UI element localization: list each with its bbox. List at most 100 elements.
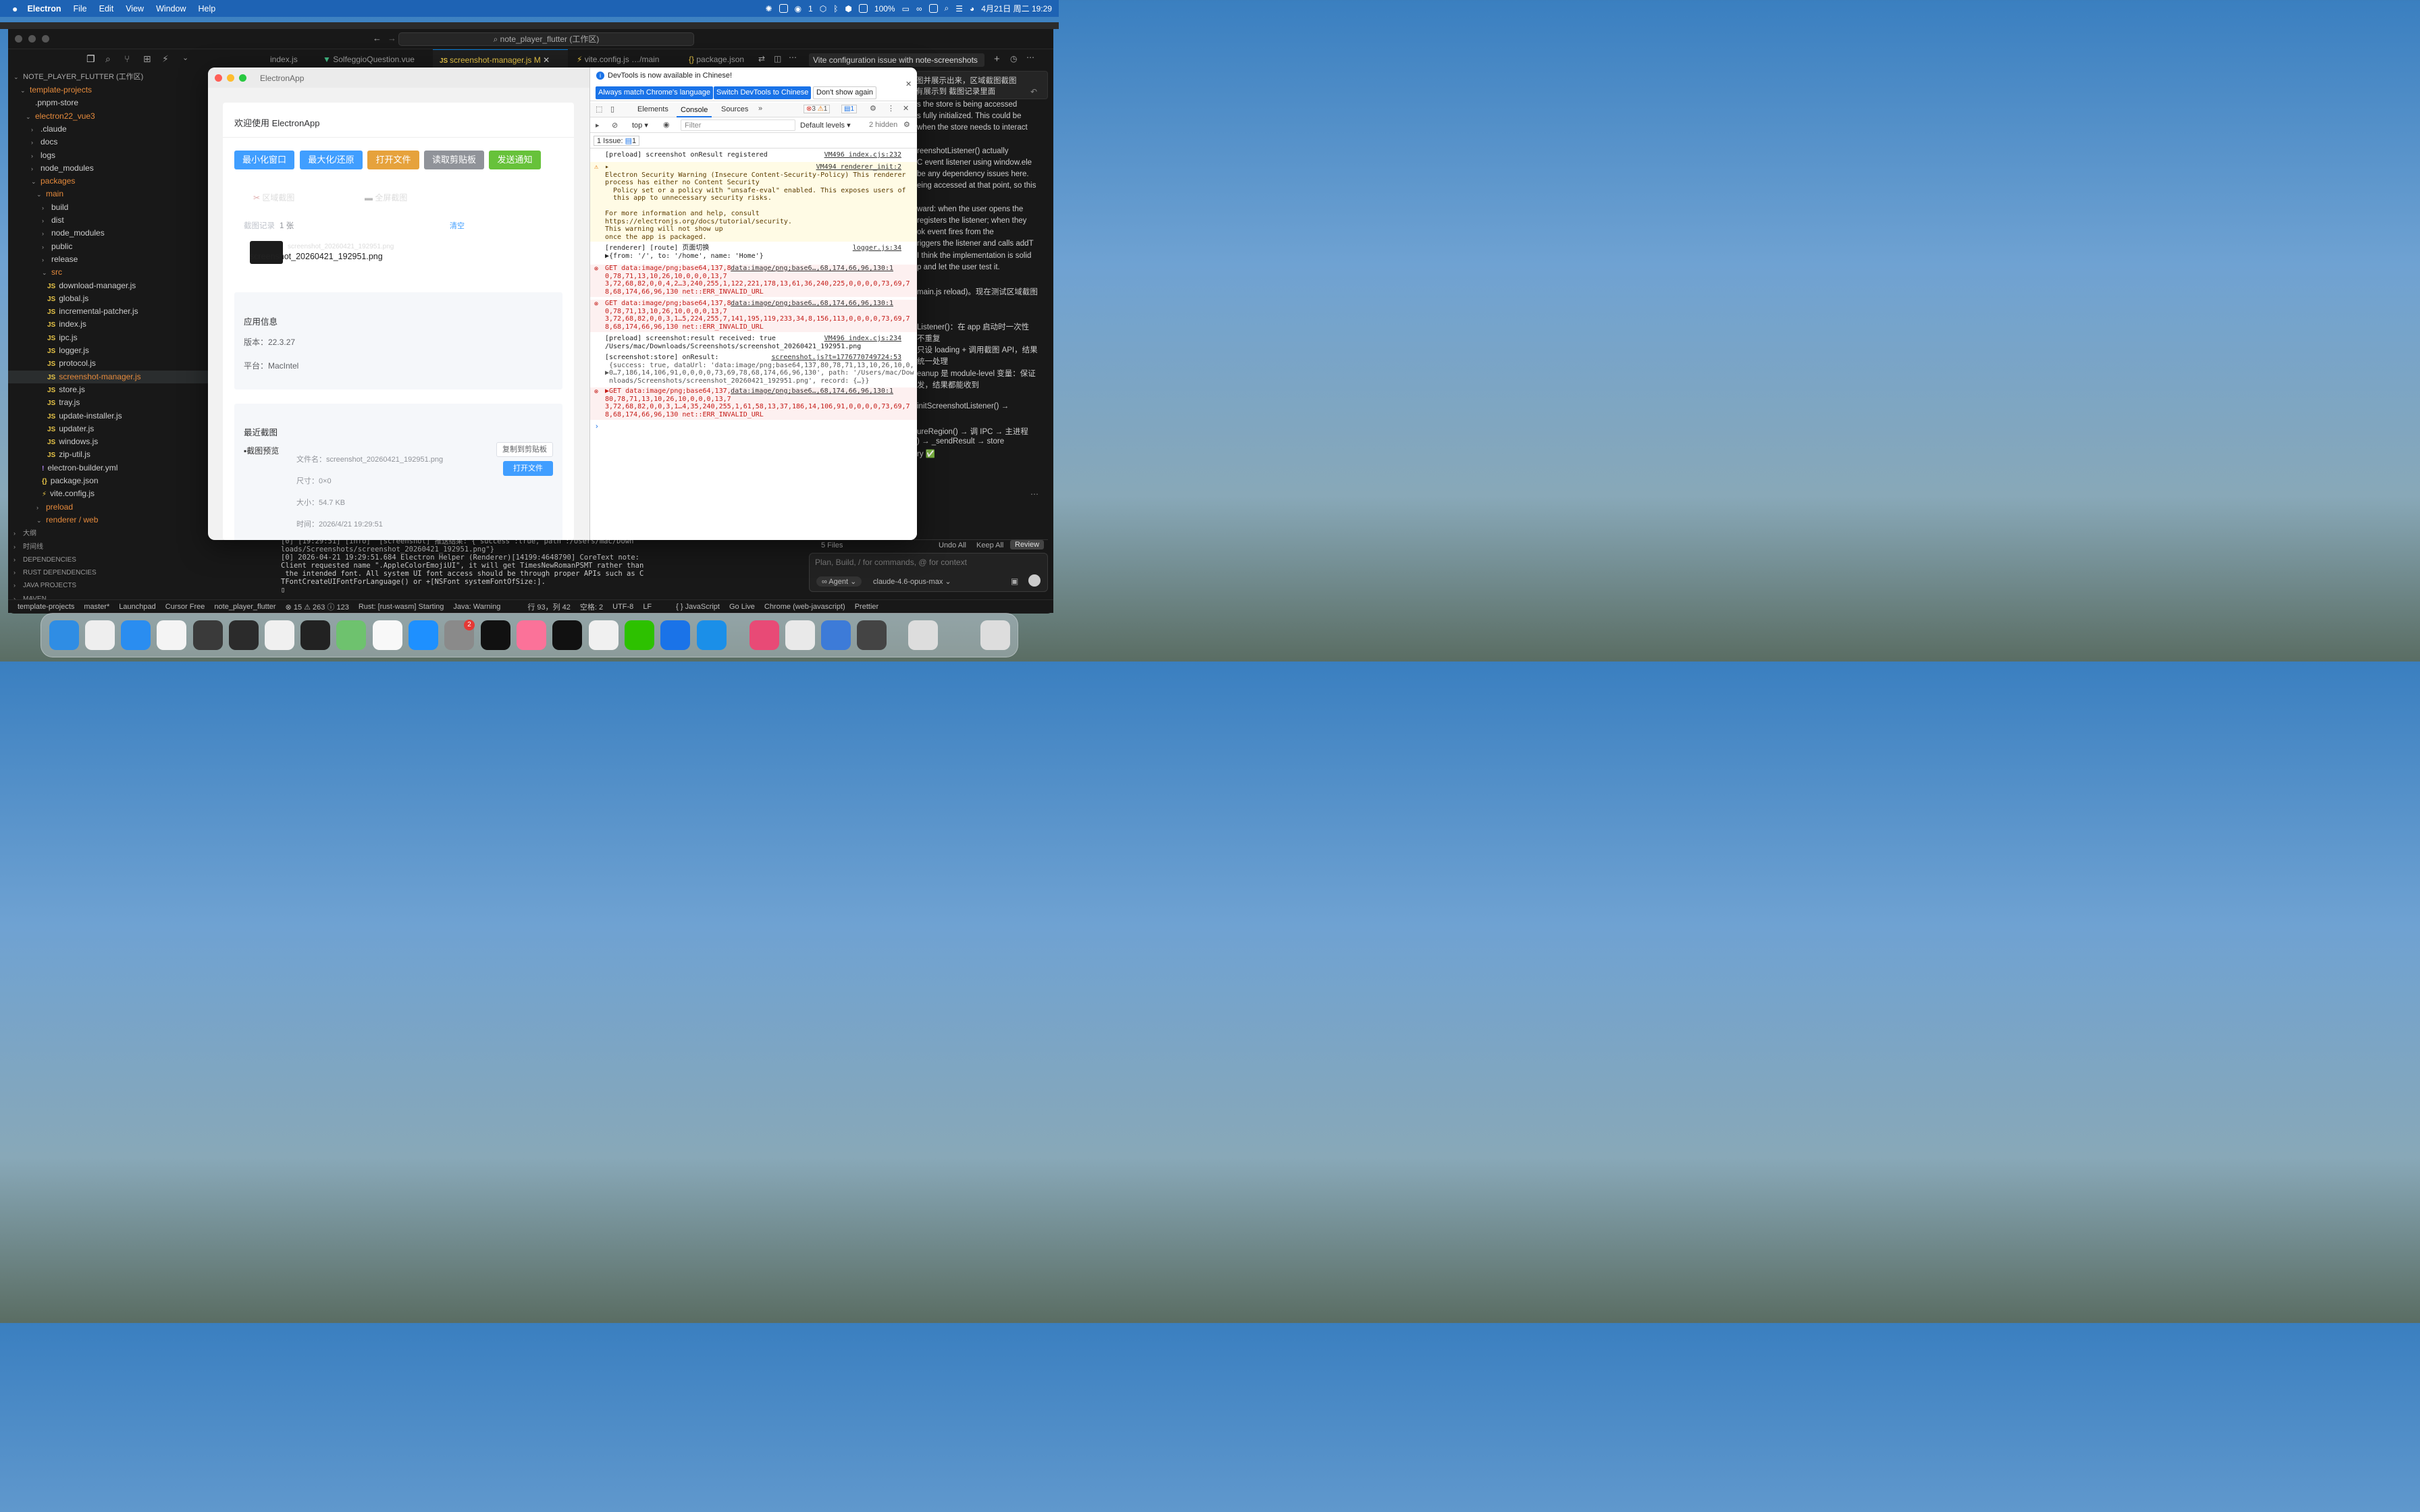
tab-elements[interactable]: Elements xyxy=(637,105,668,113)
tree-item[interactable]: ⌄ electron22_vue3 xyxy=(8,110,208,123)
switch-to-chinese-button[interactable]: Switch DevTools to Chinese xyxy=(714,86,812,99)
more-tabs-icon[interactable]: » xyxy=(758,105,762,113)
dock-writer-icon[interactable] xyxy=(265,620,294,650)
keep-all-button[interactable]: Keep All xyxy=(976,541,1003,549)
chat-title[interactable]: Vite configuration issue with note-scree… xyxy=(809,53,984,67)
tree-item[interactable]: JS updater.js xyxy=(8,423,208,435)
tree-item[interactable]: ⌄ packages xyxy=(8,175,208,188)
link-icon[interactable]: ∞ xyxy=(916,4,922,14)
clear-records-link[interactable]: 清空 xyxy=(450,220,465,231)
history-icon[interactable]: ◷ xyxy=(1010,54,1017,63)
tree-item[interactable]: ⌄ src xyxy=(8,266,208,279)
send-notification-button[interactable]: 发送通知 xyxy=(489,151,541,169)
dock-trash-icon[interactable] xyxy=(980,620,1010,650)
forward-arrow-icon[interactable]: → xyxy=(388,33,396,43)
tree-item[interactable]: JS update-installer.js xyxy=(8,410,208,423)
tree-item[interactable]: JS windows.js xyxy=(8,435,208,448)
minimize-window-icon[interactable] xyxy=(227,74,234,82)
console-settings-icon[interactable]: ⚙ xyxy=(903,120,910,129)
tab-package-json[interactable]: {} package.json xyxy=(682,49,756,70)
dock-terminal-icon[interactable] xyxy=(300,620,330,650)
dock-music-icon[interactable] xyxy=(552,620,582,650)
chat-input-box[interactable]: Plan, Build, / for commands, @ for conte… xyxy=(809,553,1048,592)
more-actions-icon[interactable]: ⋯ xyxy=(789,53,797,62)
issue-counters[interactable]: ⊗3 ⚠1 xyxy=(804,105,831,113)
source-link[interactable]: data:image/png;base6…,68,174,66,96,130:1 xyxy=(731,300,893,308)
maximize-restore-button[interactable]: 最大化/还原 xyxy=(300,151,363,169)
close-window-icon[interactable] xyxy=(215,74,222,82)
dock-app-store-icon[interactable] xyxy=(409,620,438,650)
status-project[interactable]: template-projects xyxy=(18,603,74,611)
devtools-menu-icon[interactable]: ⋮ xyxy=(887,104,895,113)
compare-icon[interactable]: ⇄ xyxy=(758,54,765,63)
console-prompt-icon[interactable]: › xyxy=(596,423,598,431)
context-select[interactable]: top ▾ xyxy=(632,121,648,130)
zoom-window-icon[interactable] xyxy=(42,35,49,43)
source-link[interactable]: data:image/png;base6…,68,174,66,96,130:1 xyxy=(731,387,893,396)
battery-icon[interactable]: ▭ xyxy=(902,4,910,14)
close-infobar-icon[interactable]: ✕ xyxy=(905,80,912,88)
dock-pdf-icon[interactable] xyxy=(749,620,779,650)
status-branch[interactable]: master* xyxy=(84,603,109,611)
apple-icon[interactable]: ● xyxy=(12,3,18,14)
dock-chat-icon[interactable] xyxy=(785,620,815,650)
tree-item[interactable]: JS zip-util.js xyxy=(8,448,208,461)
source-link[interactable]: VM496 index.cjs:232 xyxy=(824,151,901,159)
open-file-button[interactable]: 打开文件 xyxy=(367,151,419,169)
dock-launchpad-icon[interactable] xyxy=(85,620,115,650)
tree-item[interactable]: {} package.json xyxy=(8,475,208,487)
dock-tiktok-icon[interactable] xyxy=(481,620,510,650)
clear-console-icon[interactable]: ⊘ xyxy=(612,121,618,130)
wechat-status-icon[interactable]: ◉ xyxy=(795,4,801,14)
spotlight-search-icon[interactable]: ⌕ xyxy=(945,3,949,14)
sidebar-section-header[interactable]: › 大纲 xyxy=(8,526,208,539)
more-views-chevron-icon[interactable]: ⌄ xyxy=(182,53,188,62)
source-link[interactable]: VM496 index.cjs:234 xyxy=(824,335,901,343)
workspace-header[interactable]: ⌄ NOTE_PLAYER_FLUTTER (工作区) xyxy=(8,71,208,84)
status-eol[interactable]: LF xyxy=(643,603,652,611)
status-indent[interactable]: 空格: 2 xyxy=(580,601,603,612)
status-prettier[interactable]: Prettier xyxy=(855,603,878,611)
undo-all-button[interactable]: Undo All xyxy=(939,541,966,549)
tree-item[interactable]: .pnpm-store xyxy=(8,97,208,109)
tree-item[interactable]: › docs xyxy=(8,136,208,148)
tree-item[interactable]: › dist xyxy=(8,214,208,227)
model-select[interactable]: claude-4.6-opus-max ⌄ xyxy=(873,577,951,586)
back-arrow-icon[interactable]: ← xyxy=(373,33,382,43)
explorer-icon[interactable]: ❐ xyxy=(86,53,95,65)
source-control-icon[interactable]: ⑂ xyxy=(124,53,130,64)
terminal-output[interactable]: [0] [19:29:51] [info] [screenshot] 推送结果:… xyxy=(208,533,802,599)
tree-item[interactable]: JS tray.js xyxy=(8,396,208,409)
open-screenshot-file-button[interactable]: 打开文件 xyxy=(503,461,553,476)
dock-calendar-icon[interactable] xyxy=(373,620,402,650)
menu-view[interactable]: View xyxy=(126,4,144,14)
dock-chrome-icon[interactable] xyxy=(157,620,186,650)
region-screenshot-button[interactable]: ✂ 区域截图 xyxy=(253,192,294,203)
siri-icon[interactable]: ◕ xyxy=(970,4,974,14)
menu-app-name[interactable]: Electron xyxy=(27,4,61,14)
dock-hbuilder-icon[interactable] xyxy=(336,620,366,650)
undo-arrow-icon[interactable]: ↶ xyxy=(1030,87,1037,97)
status-encoding[interactable]: UTF-8 xyxy=(612,603,633,611)
status-go-live[interactable]: Go Live xyxy=(729,603,755,611)
inspect-element-icon[interactable]: ⬚ xyxy=(596,105,602,113)
status-launchpad[interactable]: Launchpad xyxy=(119,603,155,611)
source-link[interactable]: logger.js:34 xyxy=(853,244,901,252)
tab-console[interactable]: Console xyxy=(677,103,712,117)
tree-item[interactable]: JS screenshot-manager.js xyxy=(8,370,208,383)
tab-screenshot-manager[interactable]: JS screenshot-manager.js M ✕ xyxy=(433,49,568,70)
menu-edit[interactable]: Edit xyxy=(99,4,114,14)
control-center-icon[interactable]: ☰ xyxy=(955,4,963,14)
match-chrome-language-button[interactable]: Always match Chrome's language xyxy=(596,86,713,99)
split-editor-icon[interactable]: ◫ xyxy=(774,54,781,63)
dock-preview-icon[interactable] xyxy=(908,620,938,650)
dock-files-icon[interactable] xyxy=(697,620,727,650)
tree-item[interactable]: JS global.js xyxy=(8,292,208,305)
status-java[interactable]: Java: Warning xyxy=(453,603,500,611)
record-thumb-alt[interactable]: screenshot_20260421_192951.png xyxy=(250,252,398,261)
menu-window[interactable]: Window xyxy=(156,4,186,14)
info-counter[interactable]: ▤1 xyxy=(841,105,858,113)
close-window-icon[interactable] xyxy=(15,35,22,43)
tab-index-js[interactable]: index.js xyxy=(263,49,316,70)
fullscreen-screenshot-button[interactable]: ▬ 全屏截图 xyxy=(365,192,407,203)
